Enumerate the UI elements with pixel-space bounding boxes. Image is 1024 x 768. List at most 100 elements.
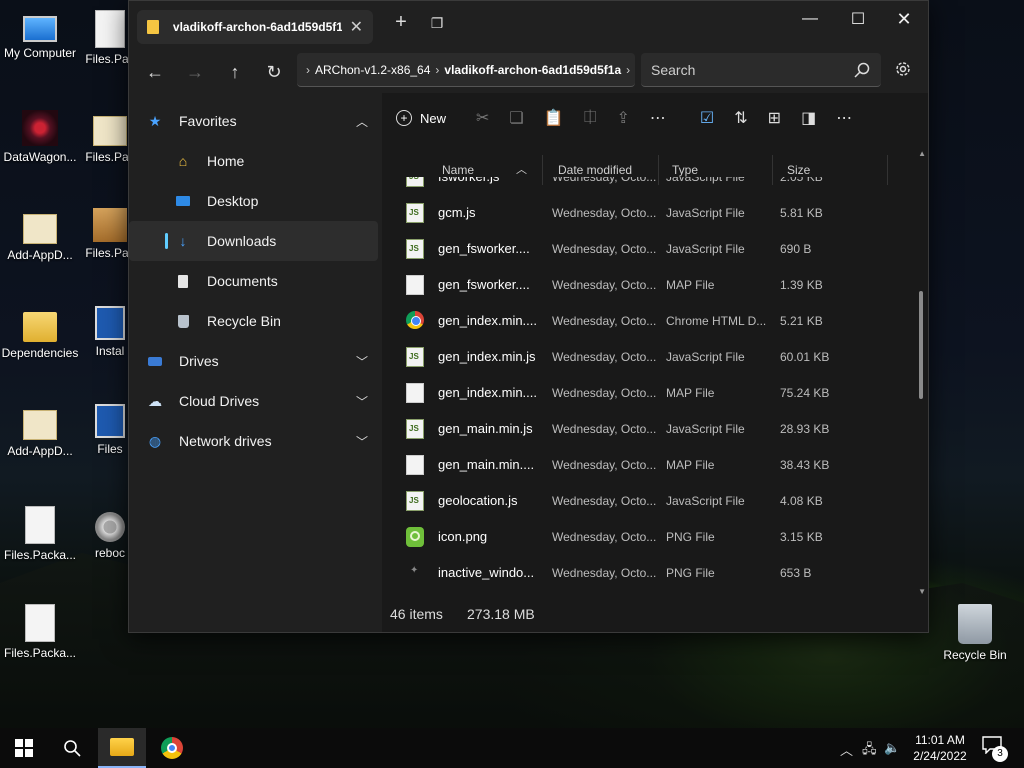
rename-icon[interactable]: ⎅ [584,109,597,127]
file-date-modified: Wednesday, Octo... [552,350,656,364]
up-button[interactable]: ↑ [221,59,249,85]
file-row[interactable]: fsworker.js Wednesday, Octo... JavaScript … [382,177,914,195]
file-row[interactable]: gcm.js Wednesday, Octo... JavaScript File 5… [382,195,914,231]
home-icon: ⌂ [178,153,188,169]
address-bar[interactable]: › ARChon-v1.2-x86_64 › vladikoff-archon-… [297,53,635,87]
desktop-icon-files-package-3[interactable]: Files.Packa... [0,604,80,660]
scroll-down-arrow-icon[interactable]: ▼ [918,587,926,596]
paste-icon[interactable]: 📋 [544,108,564,128]
file-row[interactable]: inactive_windo... Wednesday, Octo... PNG F… [382,555,914,591]
file-name: gen_fsworker.... [438,277,530,292]
settings-gear-icon[interactable] [893,59,913,79]
sort-icon[interactable]: ⇅ [734,108,747,128]
sidebar-section-favorites[interactable]: ★ Favorites ︿ [129,101,382,141]
sidebar-item-desktop[interactable]: Desktop [129,181,382,221]
new-button[interactable]: + New [396,110,446,126]
chevron-down-icon[interactable]: ﹀ [356,393,368,410]
column-header-date-modified[interactable]: Date modified [558,163,632,177]
chevron-down-icon[interactable]: ﹀ [356,353,368,370]
file-date-modified: Wednesday, Octo... [552,422,656,436]
file-row[interactable]: gen_index.min.... Wednesday, Octo... Chrom… [382,303,914,339]
close-tab-icon[interactable]: ✕ [350,17,363,37]
maximize-button[interactable]: ☐ [835,5,881,33]
map-file-icon [406,383,424,403]
column-header-size[interactable]: Size [787,163,810,177]
column-header-type[interactable]: Type [672,163,698,177]
more-options-icon[interactable]: ⋯ [650,108,666,128]
share-icon[interactable]: ⇪ [617,108,630,128]
desktop-icon-add-appd[interactable]: Add-AppD... [0,208,80,262]
sidebar-section-cloud-drives[interactable]: ☁ Cloud Drives ﹀ [129,381,382,421]
taskbar-files-app[interactable] [98,728,146,768]
desktop-icon-label: DataWagon... [3,150,77,164]
file-row[interactable]: gen_main.min.... Wednesday, Octo... MAP Fi… [382,447,914,483]
sort-ascending-icon[interactable]: ︿ [516,161,527,177]
file-row[interactable]: icon.png Wednesday, Octo... PNG File 3.15 K… [382,519,914,555]
search-input[interactable] [641,53,881,87]
file-row[interactable]: gen_index.min.... Wednesday, Octo... MAP F… [382,375,914,411]
sidebar-section-label: Favorites [179,113,237,129]
select-all-icon[interactable]: ☑ [700,108,714,128]
sidebar-section-drives[interactable]: Drives ﹀ [129,341,382,381]
duplicate-tab-icon[interactable]: ❐ [422,15,452,32]
file-row[interactable]: geolocation.js Wednesday, Octo... JavaScri… [382,483,914,519]
copy-icon[interactable]: ❏ [509,108,523,128]
breadcrumb-chevron-icon[interactable]: › [626,63,630,77]
chevron-down-icon[interactable]: ﹀ [356,433,368,450]
sidebar-item-documents[interactable]: Documents [129,261,382,301]
sidebar-item-downloads[interactable]: ↓ Downloads [129,221,378,261]
file-name: gen_fsworker.... [438,241,530,256]
file-name: inactive_windo... [438,565,535,580]
desktop-icon-dependencies[interactable]: Dependencies [0,306,80,360]
back-button[interactable]: ← [141,59,169,85]
taskbar: ︿ 🖧 🔈 11:01 AM 2/24/2022 3 [0,728,1024,768]
breadcrumb-item-current[interactable]: vladikoff-archon-6ad1d59d5f1a [444,63,621,77]
action-center-button[interactable]: 3 [982,736,1008,762]
file-row[interactable]: gen_fsworker.... Wednesday, Octo... MAP Fi… [382,267,914,303]
start-button[interactable] [0,728,48,768]
gear-icon [95,512,125,542]
close-window-button[interactable]: ✕ [881,5,927,33]
file-row[interactable]: gen_fsworker.... Wednesday, Octo... JavaSc… [382,231,914,267]
desktop-icon-files-package-2[interactable]: Files.Packa... [0,506,80,562]
desktop-icon-label: Dependencies [1,346,79,360]
network-icon[interactable]: 🖧 [862,740,877,762]
breadcrumb-chevron-icon: › [306,62,310,77]
file-size: 38.43 KB [780,458,830,472]
forward-button[interactable]: → [181,59,209,85]
taskbar-search-button[interactable] [48,728,96,768]
sidebar-item-label: Downloads [207,233,277,249]
search-icon[interactable] [853,61,871,79]
desktop-icon-recycle-bin[interactable]: Recycle Bin [935,604,1015,662]
scroll-up-arrow-icon[interactable]: ▲ [918,149,926,158]
sidebar-section-network-drives[interactable]: ◍ Network drives ﹀ [129,421,382,461]
file-row[interactable]: gen_index.min.js Wednesday, Octo... JavaSc… [382,339,914,375]
file-explorer-window: vladikoff-archon-6ad1d59d5f1 ✕ + ❐ — ☐ ✕… [128,0,929,633]
desktop-icon-my-computer[interactable]: My Computer [0,10,80,60]
column-header-name[interactable]: Name [442,163,474,177]
show-hidden-icons-chevron-icon[interactable]: ︿ [840,740,853,759]
breadcrumb-item[interactable]: ARChon-v1.2-x86_64 [315,63,430,77]
desktop-icon-datawagon[interactable]: DataWagon... [0,110,80,164]
cut-icon[interactable]: ✂ [476,108,489,128]
taskbar-chrome[interactable] [148,728,196,768]
new-tab-button[interactable]: + [386,11,416,34]
volume-icon[interactable]: 🔈 [884,740,900,756]
preview-pane-icon[interactable]: ◨ [801,108,816,128]
file-row[interactable]: gen_main.min.js Wednesday, Octo... JavaScr… [382,411,914,447]
group-layout-icon[interactable]: ⊞ [768,108,781,128]
chevron-up-icon[interactable]: ︿ [356,113,368,130]
file-type: JavaScript File [666,242,745,256]
vertical-scrollbar-thumb[interactable] [919,291,923,399]
desktop-icon-add-appd-2[interactable]: Add-AppD... [0,404,80,458]
more-options-icon[interactable]: ⋯ [836,108,852,128]
refresh-button[interactable]: ↻ [260,59,288,85]
tab-current-folder[interactable]: vladikoff-archon-6ad1d59d5f1 ✕ [137,10,373,44]
minimize-button[interactable]: — [787,5,833,33]
file-date-modified: Wednesday, Octo... [552,278,656,292]
file-name: gcm.js [438,205,476,220]
sidebar-item-recycle-bin[interactable]: Recycle Bin [129,301,382,341]
system-clock[interactable]: 11:01 AM 2/24/2022 [902,732,978,764]
file-type: PNG File [666,530,715,544]
sidebar-item-home[interactable]: ⌂ Home [129,141,382,181]
